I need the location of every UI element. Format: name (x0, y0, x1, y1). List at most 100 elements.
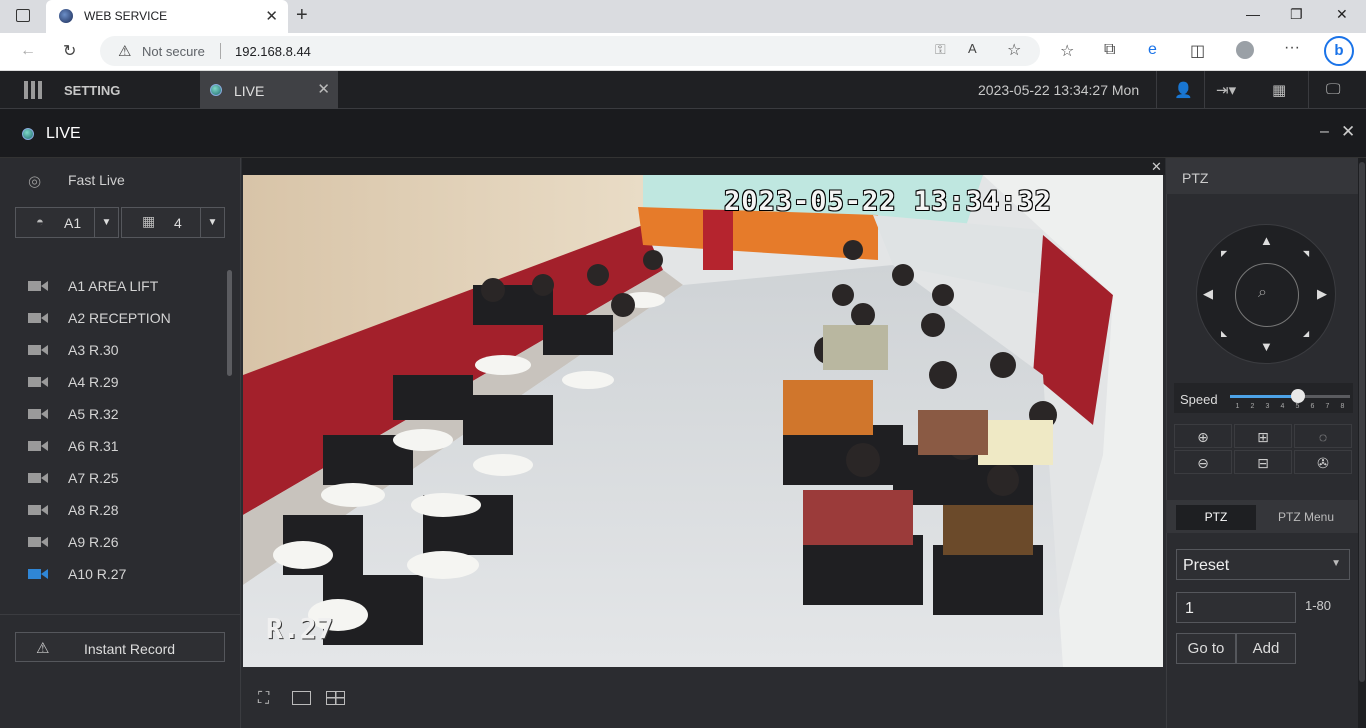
fast-live-label[interactable]: Fast Live (68, 172, 125, 188)
ptz-direction-pad[interactable]: ⌕ ▲ ▼ ◀ ▶ ◤ ◥ ◣ ◢ (1196, 224, 1336, 364)
channel-list-scrollbar[interactable] (227, 270, 232, 376)
close-tab-icon[interactable]: ✕ (265, 7, 278, 25)
channel-item[interactable]: A4 R.29 (0, 366, 230, 398)
iris-open-icon[interactable]: ◌ (1294, 424, 1352, 448)
split-screen-icon[interactable]: ◫ (1190, 41, 1205, 61)
arrow-up-left-icon[interactable]: ◤ (1221, 249, 1227, 258)
layout-select[interactable]: ▦ 4 ▼ (121, 207, 225, 238)
single-view-icon[interactable] (292, 691, 311, 705)
logout-icon[interactable]: ⇥▾ (1216, 81, 1236, 99)
close-video-icon[interactable]: ✕ (1151, 159, 1162, 175)
channel-item[interactable]: A2 RECEPTION (0, 302, 230, 334)
tab-ptz[interactable]: PTZ (1176, 505, 1256, 530)
add-preset-button[interactable]: Add (1236, 633, 1296, 664)
channel-item[interactable]: A8 R.28 (0, 494, 230, 526)
more-menu-icon[interactable]: ··· (1284, 39, 1300, 57)
arrow-right-icon[interactable]: ▶ (1317, 286, 1327, 302)
key-icon[interactable]: ⚿ (935, 41, 946, 58)
read-aloud-icon[interactable]: A (968, 41, 977, 56)
ptz-scrollbar[interactable] (1358, 158, 1366, 728)
channel-label: A6 R.31 (68, 438, 119, 454)
security-status[interactable]: Not secure (142, 44, 205, 59)
device-select[interactable]: ◓ A1 ▼ (15, 207, 119, 238)
profile-avatar[interactable] (1236, 41, 1254, 59)
channel-item[interactable]: A6 R.31 (0, 430, 230, 462)
iris-close-icon[interactable]: ✇ (1294, 450, 1352, 474)
instant-record-label: Instant Record (84, 641, 176, 657)
preset-number-value: 1 (1185, 600, 1194, 617)
camera-icon (28, 377, 48, 387)
minimize-window-icon[interactable]: — (1246, 6, 1260, 22)
preset-number-input[interactable]: 1 (1176, 592, 1296, 623)
channel-label: A2 RECEPTION (68, 310, 171, 326)
arrow-down-icon[interactable]: ▼ (1260, 339, 1273, 354)
ptz-header-title: PTZ (1182, 170, 1209, 186)
focus-far-icon[interactable]: ⊟ (1234, 450, 1292, 474)
goto-preset-button[interactable]: Go to (1176, 633, 1236, 664)
monitor-icon[interactable]: 🖵 (1326, 81, 1340, 98)
header-divider (1204, 71, 1205, 109)
chevron-down-icon[interactable]: ▼ (94, 208, 118, 237)
close-window-icon[interactable]: ✕ (1336, 6, 1348, 23)
fullscreen-icon[interactable]: ⛶ (258, 690, 269, 708)
live-tab[interactable]: LIVE ✕ (200, 71, 338, 109)
camera-icon (28, 441, 48, 451)
video-window-bar (242, 158, 1165, 175)
device-select-value: A1 (64, 215, 82, 231)
favorite-add-icon[interactable]: ☆ (1007, 40, 1021, 60)
arrow-down-left-icon[interactable]: ◣ (1221, 329, 1227, 338)
channel-item[interactable]: A7 R.25 (0, 462, 230, 494)
browser-tab-strip: WEB SERVICE ✕ + — ❐ ✕ (0, 0, 1366, 33)
channel-item[interactable]: A5 R.32 (0, 398, 230, 430)
instant-record-button[interactable]: ⚠ Instant Record (15, 632, 225, 662)
quad-view-icon[interactable] (326, 691, 345, 705)
channel-label: A1 AREA LIFT (68, 278, 159, 294)
close-live-tab-icon[interactable]: ✕ (317, 80, 330, 98)
address-bar[interactable]: ⚠ Not secure 192.168.8.44 ⚿ A ☆ (100, 36, 1040, 66)
camera-icon (28, 409, 48, 419)
channel-item[interactable]: A3 R.30 (0, 334, 230, 366)
back-icon[interactable]: ← (20, 42, 36, 60)
qr-code-icon[interactable]: ▦ (1272, 81, 1286, 99)
collections-icon[interactable]: ⧉ (1104, 41, 1115, 59)
camera-icon (28, 281, 48, 291)
zoom-in-icon[interactable]: ⊕ (1174, 424, 1232, 448)
ptz-center-button[interactable]: ⌕ (1235, 263, 1299, 327)
camera-feed-image[interactable] (243, 175, 1163, 667)
channel-item[interactable]: A9 R.26 (0, 526, 230, 558)
browser-tab[interactable]: WEB SERVICE ✕ (46, 0, 288, 33)
speed-slider-handle[interactable] (1290, 389, 1305, 403)
layout-grid-icon: ▦ (142, 213, 156, 229)
setting-link[interactable]: SETTING (64, 83, 120, 98)
camera-icon (28, 345, 48, 355)
focus-near-icon[interactable]: ⊞ (1234, 424, 1292, 448)
speed-slider-fill (1230, 395, 1298, 398)
arrow-up-icon[interactable]: ▲ (1260, 233, 1273, 248)
tab-actions-icon[interactable] (16, 9, 30, 22)
favorites-icon[interactable]: ☆ (1060, 41, 1074, 61)
speed-tick: 1 (1235, 403, 1240, 410)
reload-icon[interactable]: ↻ (63, 41, 76, 61)
chevron-down-icon: ▼ (1331, 558, 1341, 569)
restore-window-icon[interactable]: ❐ (1290, 6, 1303, 23)
minimize-panel-icon[interactable]: – (1320, 123, 1329, 141)
arrow-down-right-icon[interactable]: ◢ (1303, 329, 1309, 338)
scrollbar-thumb[interactable] (1359, 162, 1365, 682)
new-tab-icon[interactable]: + (296, 4, 308, 27)
speed-tick: 6 (1310, 403, 1315, 410)
edge-icon[interactable]: e (1148, 41, 1157, 59)
user-icon[interactable]: 👤 (1174, 81, 1193, 99)
channel-item[interactable]: A1 AREA LIFT (0, 270, 230, 302)
channel-item[interactable]: A10 R.27 (0, 558, 230, 590)
preset-select[interactable]: Preset ▼ (1176, 549, 1350, 580)
chevron-down-icon[interactable]: ▼ (200, 208, 224, 237)
close-panel-icon[interactable]: ✕ (1341, 122, 1355, 142)
arrow-up-right-icon[interactable]: ◥ (1303, 249, 1309, 258)
url-text[interactable]: 192.168.8.44 (235, 44, 311, 59)
arrow-left-icon[interactable]: ◀ (1203, 286, 1213, 302)
zoom-out-icon[interactable]: ⊖ (1174, 450, 1232, 474)
header-datetime: 2023-05-22 13:34:27 Mon (978, 82, 1140, 98)
grid-menu-icon[interactable] (24, 81, 42, 99)
tab-ptz-menu[interactable]: PTZ Menu (1266, 505, 1346, 530)
bing-icon[interactable]: b (1324, 36, 1354, 66)
